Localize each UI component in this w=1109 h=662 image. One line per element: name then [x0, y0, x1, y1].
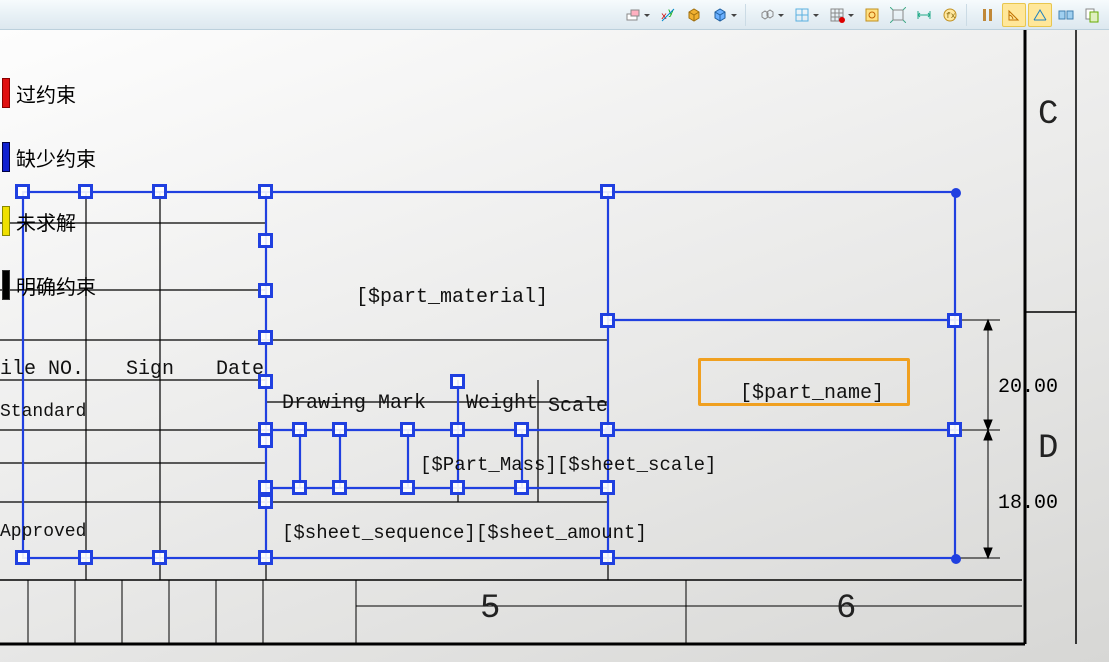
- constraint-legend: 过约束 缺少约束 未求解 明确约束: [2, 78, 96, 334]
- sketch-handle[interactable]: [258, 184, 273, 199]
- sketch-handle[interactable]: [600, 550, 615, 565]
- sketch-handle[interactable]: [600, 313, 615, 328]
- sketch-endpoint[interactable]: [951, 554, 961, 564]
- xy-coords-button[interactable]: xy: [656, 3, 680, 27]
- swatch-blue: [2, 142, 10, 172]
- legend-label: 明确约束: [16, 271, 96, 300]
- swatch-black: [2, 270, 10, 300]
- sketch-handle[interactable]: [258, 433, 273, 448]
- horizontal-dim-button[interactable]: [912, 3, 936, 27]
- cubes-dropdown-button[interactable]: [755, 3, 779, 27]
- sketch-handle[interactable]: [15, 550, 30, 565]
- sketch-handle[interactable]: [400, 480, 415, 495]
- legend-label: 缺少约束: [16, 143, 96, 172]
- sketch-handle[interactable]: [450, 422, 465, 437]
- drawing-canvas[interactable]: 过约束 缺少约束 未求解 明确约束 5 6 C D ile NO. Sign D…: [0, 30, 1109, 662]
- legend-unsolved: 未求解: [2, 206, 96, 236]
- legend-under-constrained: 缺少约束: [2, 142, 96, 172]
- legend-over-constrained: 过约束: [2, 78, 96, 108]
- sketch-handle[interactable]: [258, 550, 273, 565]
- frame-row-c: C: [1038, 96, 1058, 134]
- sketch-handle[interactable]: [258, 374, 273, 389]
- sketch-handle[interactable]: [258, 480, 273, 495]
- cell-part-mass-scale: [$Part_Mass][$sheet_scale]: [420, 454, 716, 476]
- sketch-handle[interactable]: [292, 480, 307, 495]
- frame-col-5: 5: [480, 590, 500, 628]
- expand-arrows-button[interactable]: [886, 3, 910, 27]
- sketch-handle[interactable]: [292, 422, 307, 437]
- top-toolbar: xy fx: [0, 0, 1109, 30]
- cell-standard: Standard: [0, 402, 86, 422]
- sketch-handle[interactable]: [332, 480, 347, 495]
- sketch-handle[interactable]: [514, 480, 529, 495]
- sketch-handle[interactable]: [152, 184, 167, 199]
- frame-col-6: 6: [836, 590, 856, 628]
- sketch-handle[interactable]: [78, 184, 93, 199]
- sketch-handle[interactable]: [514, 422, 529, 437]
- fx-button[interactable]: fx: [938, 3, 962, 27]
- sketch-handle[interactable]: [450, 374, 465, 389]
- cell-sign: Sign: [126, 358, 174, 381]
- sketch-endpoint[interactable]: [951, 188, 961, 198]
- sketch-handle[interactable]: [258, 330, 273, 345]
- sketch-handle[interactable]: [152, 550, 167, 565]
- axis-box-button[interactable]: [860, 3, 884, 27]
- cell-file-no: ile NO.: [0, 358, 84, 381]
- sketch-handle[interactable]: [78, 550, 93, 565]
- sketch-handle[interactable]: [332, 422, 347, 437]
- legend-defined: 明确约束: [2, 270, 96, 300]
- chevron-down-icon: [778, 14, 784, 17]
- sketch-handle[interactable]: [600, 480, 615, 495]
- views-button[interactable]: [1054, 3, 1078, 27]
- grid-layout-red-button[interactable]: [825, 3, 849, 27]
- cell-drawing-mark: Drawing Mark: [282, 392, 426, 415]
- cell-part-material: [$part_material]: [356, 286, 548, 309]
- toolbar-separator: [966, 4, 972, 26]
- chevron-down-icon: [848, 14, 854, 17]
- cell-sheet-sequence: [$sheet_sequence][$sheet_amount]: [282, 522, 647, 544]
- sketch-handle[interactable]: [947, 313, 962, 328]
- sketch-handle[interactable]: [258, 283, 273, 298]
- sketch-handle[interactable]: [258, 494, 273, 509]
- sketch-handle[interactable]: [947, 422, 962, 437]
- angle-tool-button[interactable]: [1002, 3, 1026, 27]
- swatch-red: [2, 78, 10, 108]
- legend-label: 未求解: [16, 207, 76, 236]
- eraser-button[interactable]: [621, 3, 645, 27]
- cell-scale: Scale: [548, 395, 608, 418]
- angle-highlight-button[interactable]: [1028, 3, 1052, 27]
- bars-indicator-button[interactable]: [976, 3, 1000, 27]
- sketch-handle[interactable]: [600, 184, 615, 199]
- sketch-handle[interactable]: [258, 233, 273, 248]
- cell-approved: Approved: [0, 522, 86, 542]
- chevron-down-icon: [644, 14, 650, 17]
- dimension-18[interactable]: 18.00: [998, 492, 1058, 515]
- legend-label: 过约束: [16, 79, 76, 108]
- cube-gold-button[interactable]: [682, 3, 706, 27]
- dimension-20[interactable]: 20.00: [998, 376, 1058, 399]
- sketch-handle[interactable]: [15, 184, 30, 199]
- grid-layout-button[interactable]: [790, 3, 814, 27]
- cell-part-name[interactable]: [$part_name]: [740, 382, 884, 405]
- cell-date: Date: [216, 358, 264, 381]
- frame-row-d: D: [1038, 430, 1058, 468]
- sketch-handle[interactable]: [600, 422, 615, 437]
- toolbar-separator: [745, 4, 751, 26]
- cell-weight: Weight: [466, 392, 538, 415]
- swatch-yellow: [2, 206, 10, 236]
- svg-text:fx: fx: [946, 12, 956, 21]
- cube-blue-button[interactable]: [708, 3, 732, 27]
- sketch-handle[interactable]: [400, 422, 415, 437]
- sheet-switch-button[interactable]: [1080, 3, 1104, 27]
- chevron-down-icon: [813, 14, 819, 17]
- sketch-handle[interactable]: [450, 480, 465, 495]
- chevron-down-icon: [731, 14, 737, 17]
